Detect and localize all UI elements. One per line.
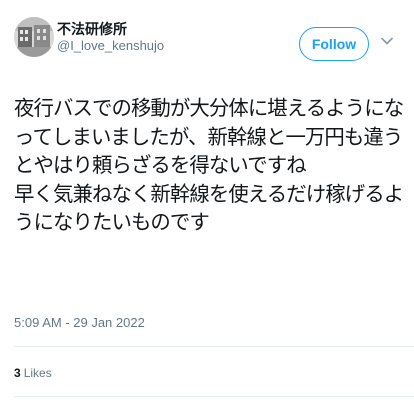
avatar[interactable] [14, 17, 54, 57]
tweet-text-line: うになりたいものです [14, 210, 210, 234]
tweet-timestamp[interactable]: 5:09 AM - 29 Jan 2022 [14, 315, 145, 330]
tweet-text: 夜行バスでの移動が大分体に堪えるようにな ってしまいましたが、新幹線と一万円も違… [14, 94, 406, 237]
tweet-text-line: とやはり頼らざるを得ないですね [14, 153, 307, 177]
chevron-down-icon[interactable] [380, 34, 394, 48]
tweet-text-line: ってしまいましたが、新幹線と一万円も違う [14, 124, 403, 149]
user-handle[interactable]: @I_love_kenshujo [57, 38, 164, 53]
tweet-text-line: 早く気兼ねなく新幹線を使えるだけ稼げるよ [14, 181, 404, 206]
likes-label: Likes [23, 366, 52, 380]
tweet-card: 不法研修所 @I_love_kenshujo Follow 夜行バスでの移動が大… [0, 0, 414, 414]
divider [14, 346, 414, 347]
divider [14, 396, 414, 397]
likes-stat[interactable]: 3 Likes [14, 366, 52, 380]
follow-button[interactable]: Follow [299, 27, 369, 61]
display-name[interactable]: 不法研修所 [57, 19, 127, 39]
tweet-text-line: 夜行バスでの移動が大分体に堪えるようにな [14, 96, 404, 120]
likes-count: 3 [14, 366, 21, 380]
